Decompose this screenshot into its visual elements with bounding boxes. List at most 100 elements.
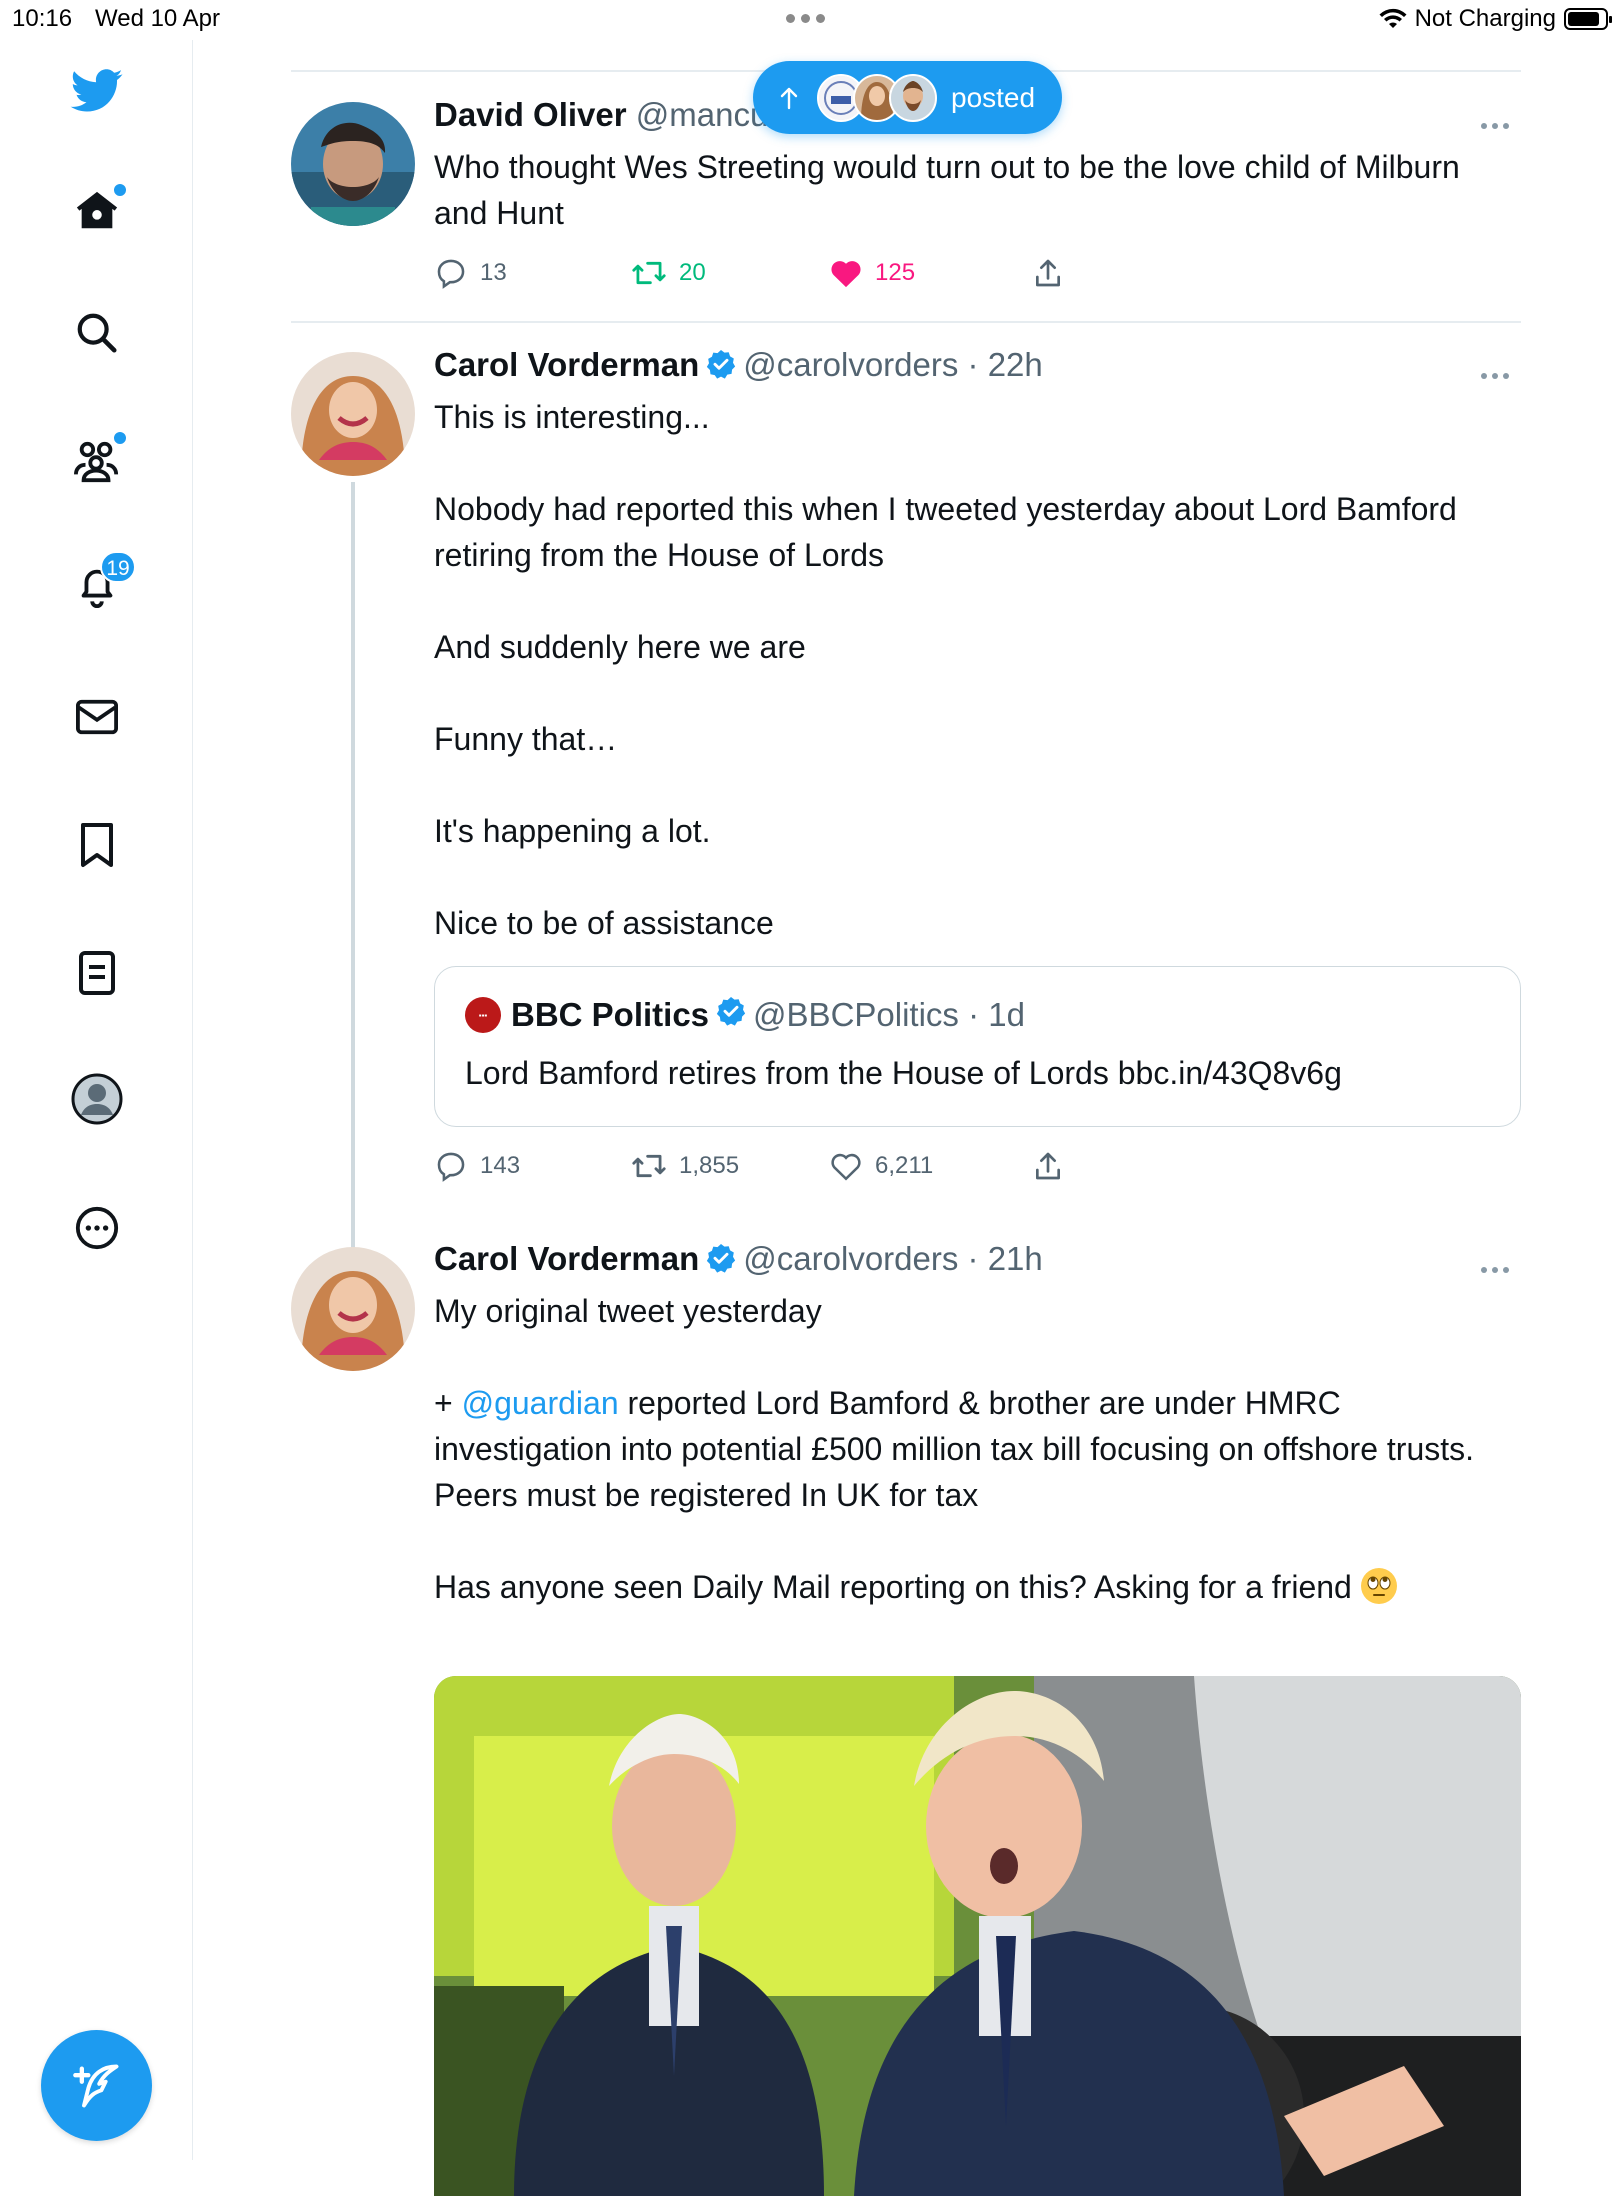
status-time: 10:16 xyxy=(12,5,73,32)
heart-outline-icon xyxy=(831,1153,861,1181)
tweet-text-segment: Has anyone seen Daily Mail reporting on … xyxy=(434,1569,1361,1605)
messages-icon[interactable] xyxy=(66,686,128,748)
quoted-tweet[interactable]: ▪▪▪ BBC Politics @BBCPolitics · 1d Lord B… xyxy=(434,966,1521,1127)
share-icon xyxy=(1036,259,1060,287)
author-name[interactable]: Carol Vorderman xyxy=(434,346,699,383)
quote-header: ▪▪▪ BBC Politics @BBCPolitics · 1d xyxy=(465,995,1025,1035)
avatar[interactable] xyxy=(291,352,415,476)
tweet-text: My original tweet yesterday + @guardian … xyxy=(434,1288,1521,1610)
bookmarks-icon[interactable] xyxy=(66,814,128,876)
retweet-button[interactable]: 20 xyxy=(631,251,706,295)
plus-text: + xyxy=(434,1385,462,1421)
quote-author-handle: @BBCPolitics xyxy=(753,996,959,1033)
compose-tweet-button[interactable] xyxy=(41,2030,152,2141)
tweet-paragraph: Nice to be of assistance xyxy=(434,905,774,941)
tweet-paragraph: And suddenly here we are xyxy=(434,629,806,665)
tweet-paragraph: This is interesting... xyxy=(434,399,710,435)
status-date: Wed 10 Apr xyxy=(95,5,220,32)
tweet-paragraph: My original tweet yesterday xyxy=(434,1293,822,1329)
avatar[interactable] xyxy=(291,1247,415,1371)
reply-button[interactable]: 13 xyxy=(434,251,507,295)
heart-filled-icon xyxy=(831,261,861,288)
reply-icon xyxy=(437,259,465,289)
reply-button[interactable]: 143 xyxy=(434,1144,520,1188)
like-button[interactable]: 125 xyxy=(829,251,915,295)
tweet-actions: 13 20 125 xyxy=(434,251,1134,295)
verified-badge-icon xyxy=(715,995,747,1035)
tweet-actions: 143 1,855 6,211 xyxy=(434,1144,1134,1188)
mention-link[interactable]: @guardian xyxy=(462,1385,619,1421)
retweet-icon xyxy=(632,1154,666,1178)
tweet-header: Carol Vorderman @carolvorders · 22h xyxy=(434,346,1043,388)
tweet-paragraph: Has anyone seen Daily Mail reporting on … xyxy=(434,1564,1521,1610)
thread-line xyxy=(351,482,355,1282)
retweet-count: 20 xyxy=(679,259,706,286)
reply-count: 13 xyxy=(480,259,507,286)
status-right: Not Charging xyxy=(1379,4,1612,34)
share-icon xyxy=(1036,1152,1060,1180)
multitasking-dots-icon[interactable] xyxy=(786,10,834,24)
verified-badge-icon xyxy=(705,1242,737,1282)
reply-count: 143 xyxy=(480,1152,521,1179)
divider xyxy=(291,321,1521,323)
new-posts-label: posted xyxy=(951,81,1036,113)
like-count: 125 xyxy=(875,259,916,286)
tweet-header: Carol Vorderman @carolvorders · 21h xyxy=(434,1240,1043,1282)
author-handle[interactable]: @carolvorders xyxy=(743,346,958,383)
charging-status: Not Charging xyxy=(1414,5,1556,32)
author-name[interactable]: David Oliver xyxy=(434,96,627,133)
author-handle[interactable]: @carolvorders xyxy=(743,1240,958,1277)
tweet-time[interactable]: · 22h xyxy=(968,346,1043,383)
quote-text: Lord Bamford retires from the House of L… xyxy=(465,1055,1342,1091)
more-icon[interactable] xyxy=(66,1197,128,1259)
avatar[interactable] xyxy=(291,102,415,226)
retweet-icon xyxy=(632,261,666,285)
pill-avatar xyxy=(889,73,937,122)
tweet-image[interactable] xyxy=(434,1676,1521,2196)
home-icon[interactable] xyxy=(66,180,128,242)
compose-feather-icon xyxy=(72,2064,118,2107)
retweet-count: 1,855 xyxy=(679,1152,740,1179)
wifi-icon xyxy=(1379,8,1407,28)
tweet-more-icon[interactable] xyxy=(1481,116,1521,136)
share-button[interactable] xyxy=(1032,251,1064,295)
timeline: David Oliver @mancu Who thought Wes Stre… xyxy=(291,40,1521,2196)
like-button[interactable]: 6,211 xyxy=(829,1144,933,1188)
bbc-news-logo-icon: ▪▪▪ xyxy=(465,997,501,1033)
lists-icon[interactable] xyxy=(66,942,128,1004)
verified-badge-icon xyxy=(705,348,737,388)
like-count: 6,211 xyxy=(875,1152,934,1179)
author-name[interactable]: Carol Vorderman xyxy=(434,1240,699,1277)
tweet-paragraph: Peers must be registered In UK for tax xyxy=(434,1477,979,1513)
communities-icon[interactable] xyxy=(66,430,128,492)
tweet-paragraph: + @guardian reported Lord Bamford & brot… xyxy=(434,1380,1521,1472)
quote-time: · 1d xyxy=(968,996,1025,1033)
arrow-up-icon xyxy=(780,87,798,109)
tweet-paragraph: It's happening a lot. xyxy=(434,813,711,849)
author-handle[interactable]: @mancu xyxy=(636,96,769,133)
notifications-icon[interactable]: 19 xyxy=(66,551,136,617)
tweet-more-icon[interactable] xyxy=(1481,366,1521,386)
battery-icon xyxy=(1564,8,1612,30)
tweet-paragraph: Funny that… xyxy=(434,721,618,757)
new-posts-pill[interactable]: posted xyxy=(753,61,1062,134)
tweet-more-icon[interactable] xyxy=(1481,1260,1521,1280)
tweet-time[interactable]: · 21h xyxy=(968,1240,1043,1277)
eye-roll-emoji-icon xyxy=(1360,1568,1397,1604)
tweet-text: This is interesting... Nobody had report… xyxy=(434,394,1521,946)
status-bar: 10:16 Wed 10 Apr Not Charging xyxy=(0,0,1620,40)
tweet-text: Who thought Wes Streeting would turn out… xyxy=(434,149,1460,231)
home-unread-dot xyxy=(112,182,128,198)
tweet-paragraph: Nobody had reported this when I tweeted … xyxy=(434,491,1457,573)
quote-author-name: BBC Politics xyxy=(511,996,710,1033)
tweet-header: David Oliver @mancu xyxy=(434,96,768,134)
twitter-logo-icon[interactable] xyxy=(66,60,128,122)
search-icon[interactable] xyxy=(66,302,128,364)
share-button[interactable] xyxy=(1032,1144,1064,1188)
communities-unread-dot xyxy=(112,430,128,446)
profile-icon[interactable] xyxy=(66,1068,128,1130)
notifications-badge: 19 xyxy=(100,551,136,583)
retweet-button[interactable]: 1,855 xyxy=(631,1144,739,1188)
reply-icon xyxy=(437,1152,465,1182)
sidebar: 19 xyxy=(0,40,193,2160)
